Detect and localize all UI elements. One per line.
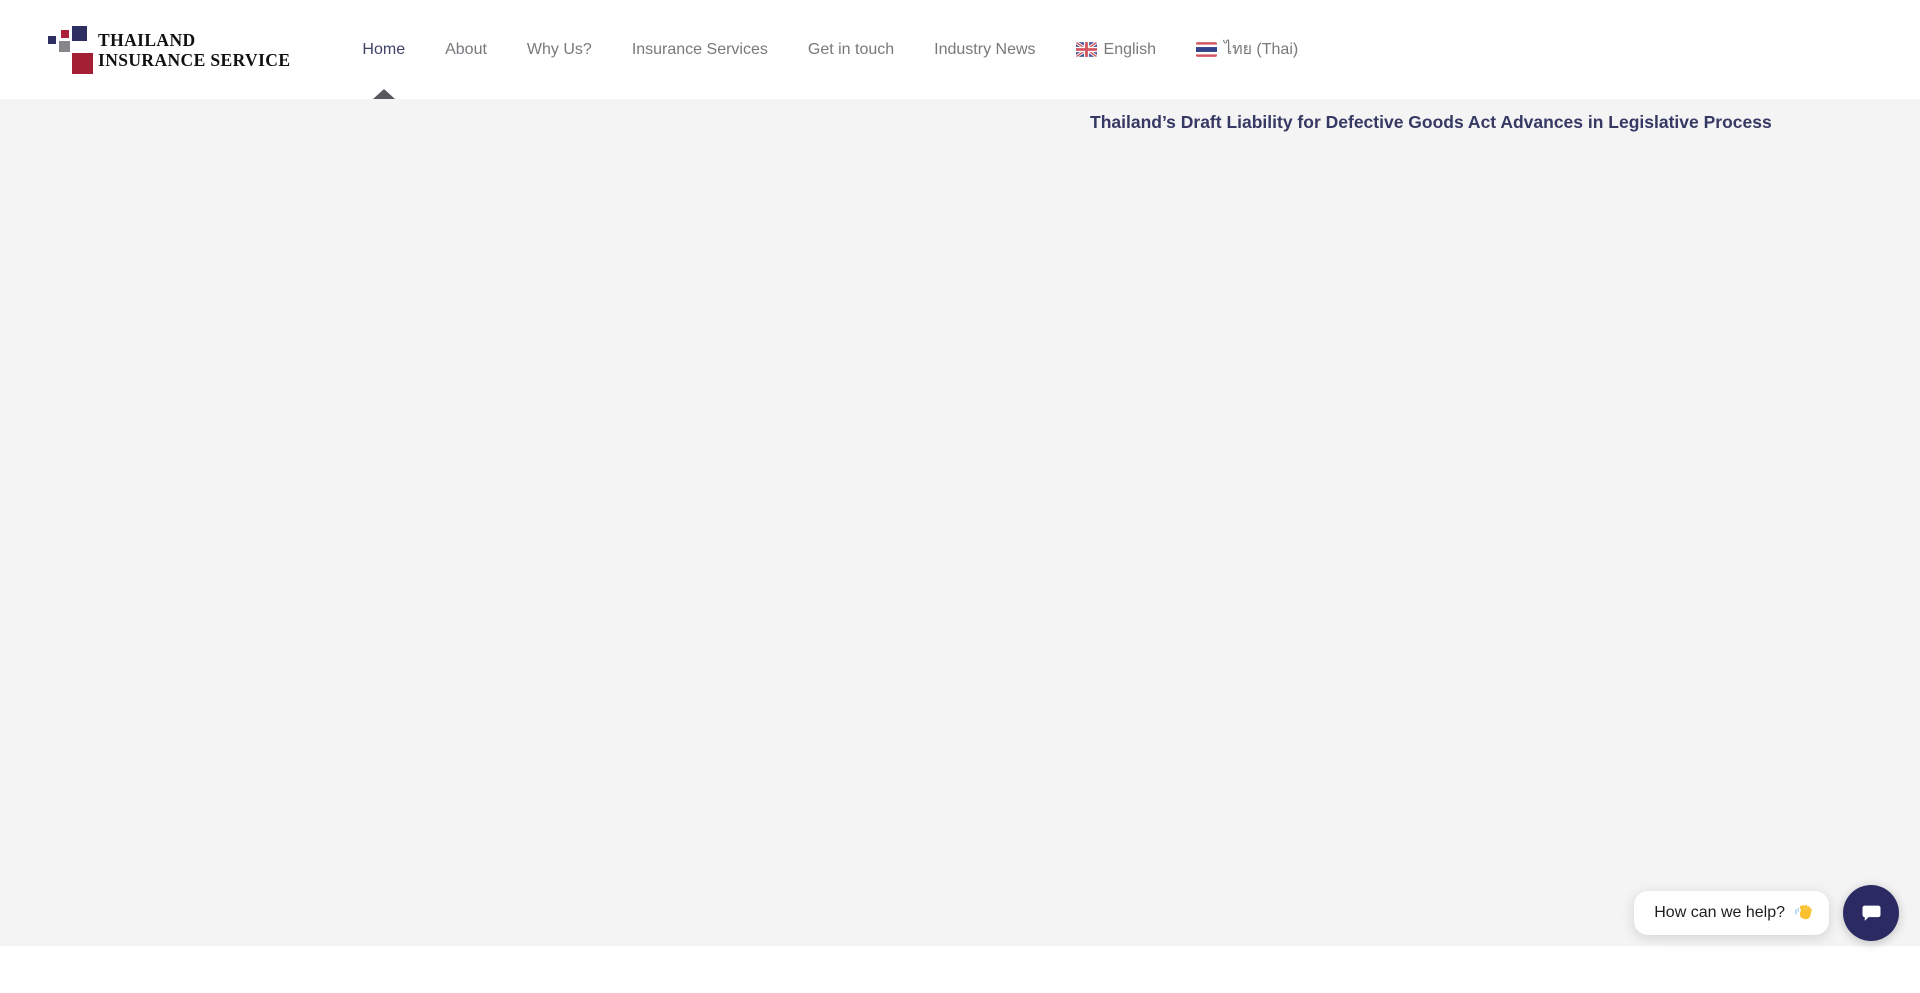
nav-item-industry-news-label: Industry News	[934, 41, 1035, 59]
nav-lang-english-label: English	[1104, 41, 1156, 59]
main-nav: Home About Why Us? Insurance Services Ge…	[362, 0, 1298, 99]
nav-item-industry-news[interactable]: Industry News	[934, 0, 1035, 99]
nav-item-about-label: About	[445, 41, 487, 59]
nav-item-home-label: Home	[362, 41, 405, 59]
chat-widget: How can we help?	[1634, 885, 1899, 941]
chat-greeting-text: How can we help?	[1654, 904, 1785, 922]
active-tab-arrow-icon	[373, 89, 395, 99]
nav-lang-english[interactable]: English	[1076, 0, 1156, 99]
nav-lang-thai-label: ไทย (Thai)	[1224, 37, 1298, 62]
news-headline-link[interactable]: Thailand’s Draft Liability for Defective…	[1090, 112, 1772, 133]
bottom-strip	[0, 946, 1920, 993]
thailand-flag-icon	[1196, 42, 1217, 57]
nav-item-get-in-touch[interactable]: Get in touch	[808, 0, 894, 99]
brand-name-line2: INSURANCE SERVICE	[98, 50, 290, 70]
logo-square-navy-large	[72, 26, 87, 41]
page-content: Thailand’s Draft Liability for Defective…	[0, 99, 1920, 946]
site-logo[interactable]: THAILAND INSURANCE SERVICE	[47, 25, 290, 75]
waving-hand-icon	[1793, 903, 1813, 923]
nav-item-why-us-label: Why Us?	[527, 41, 592, 59]
chat-greeting-bubble[interactable]: How can we help?	[1634, 891, 1829, 935]
brand-name-line1: THAILAND	[98, 30, 290, 50]
nav-lang-thai[interactable]: ไทย (Thai)	[1196, 0, 1298, 99]
logo-square-gray	[59, 41, 70, 52]
logo-square-red-small	[61, 30, 69, 38]
nav-item-get-in-touch-label: Get in touch	[808, 41, 894, 59]
uk-flag-icon	[1076, 42, 1097, 57]
site-header: THAILAND INSURANCE SERVICE Home About Wh…	[0, 0, 1920, 99]
logo-square-red-large	[72, 53, 93, 74]
nav-item-insurance-services[interactable]: Insurance Services	[632, 0, 768, 99]
brand-name: THAILAND INSURANCE SERVICE	[98, 30, 290, 70]
logo-square-navy-small	[48, 36, 56, 44]
nav-item-home[interactable]: Home	[362, 0, 405, 99]
nav-item-insurance-services-label: Insurance Services	[632, 41, 768, 59]
chat-bubble-icon	[1858, 900, 1885, 927]
nav-item-about[interactable]: About	[445, 0, 487, 99]
logo-squares-icon	[47, 25, 95, 75]
nav-item-why-us[interactable]: Why Us?	[527, 0, 592, 99]
chat-launcher-button[interactable]	[1843, 885, 1899, 941]
